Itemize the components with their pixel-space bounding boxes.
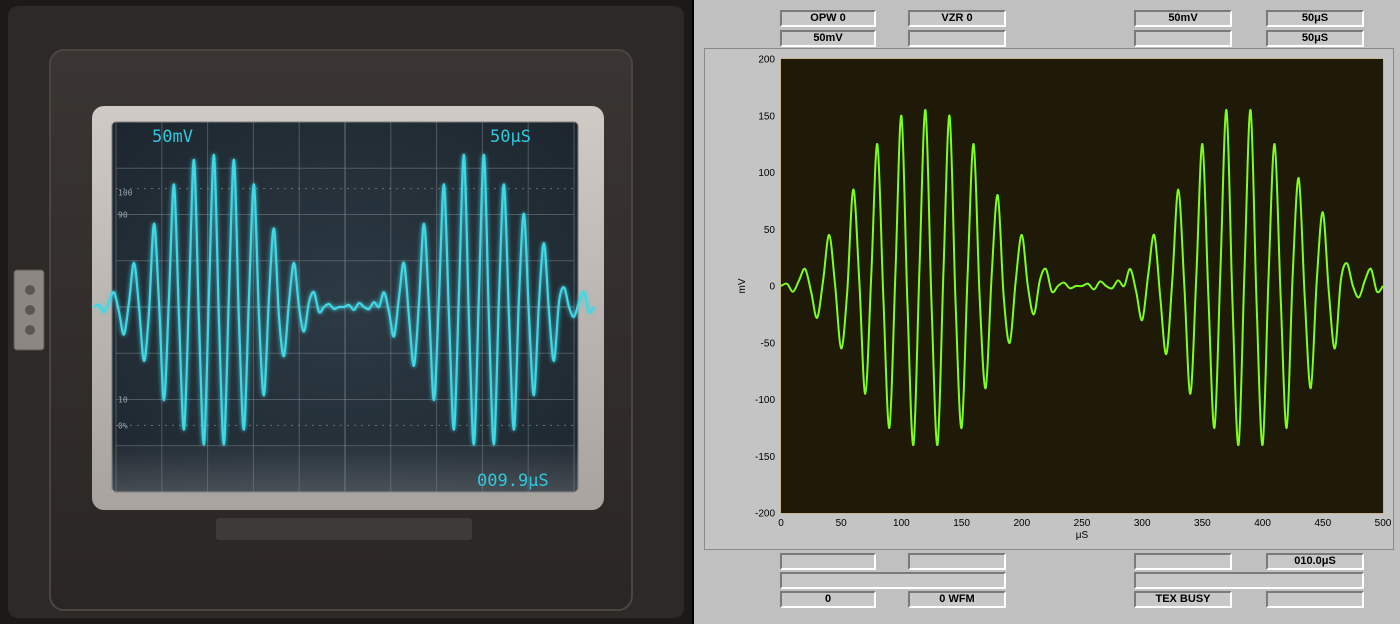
scope-time-label: 50μS (490, 127, 531, 147)
x-tick-label: 300 (1134, 518, 1151, 529)
graticule-mark: 0% (118, 421, 128, 430)
count-field[interactable]: 0 (780, 591, 876, 608)
graticule-mark: 90 (118, 211, 128, 220)
y-axis-title: mV (737, 278, 748, 293)
waveform-panel: OPW 0 50mV VZR 0 50mV 50μS 50μS 0 50 100 15… (694, 0, 1400, 624)
x-tick-label: 350 (1194, 518, 1211, 529)
y-tick-label: 50 (764, 225, 776, 236)
scope-delay-readout: 009.9μS (477, 471, 549, 491)
waveform-plot: 0 50 100 150 200 250 300 350 400 450 500 -200 -150-… (704, 48, 1394, 550)
volts-scale-field[interactable]: 50mV (1134, 10, 1232, 27)
y-tick-label: 100 (758, 168, 775, 179)
x-tick-label: 500 (1375, 518, 1392, 529)
oscilloscope-bezel: 100 90 10 0% 50mV 50μS 009.9μS (0, 0, 692, 624)
bottom-left-field-2[interactable] (780, 572, 1006, 589)
status-field[interactable]: TEX BUSY (1134, 591, 1232, 608)
vzr-field[interactable]: VZR 0 (908, 10, 1006, 27)
y-tick-label: -100 (755, 395, 775, 406)
wfm-field[interactable]: 0 WFM (908, 591, 1006, 608)
bottom-left-field-1[interactable] (780, 553, 876, 570)
x-tick-label: 0 (778, 518, 784, 529)
waveform-chart: 0 50 100 150 200 250 300 350 400 450 500 -200-150-… (737, 55, 1392, 542)
x-tick-label: 50 (836, 518, 848, 529)
x-tick-label: 250 (1074, 518, 1091, 529)
y-tick-label: -50 (761, 338, 776, 349)
top-mid-blank-field[interactable] (908, 30, 1006, 47)
x-tick-label: 150 (953, 518, 970, 529)
x-tick-label: 450 (1314, 518, 1331, 529)
delay-field[interactable]: 010.0μS (1266, 553, 1364, 570)
graticule-mark: 10 (118, 396, 128, 405)
bottom-right-field-3[interactable] (1266, 591, 1364, 608)
bottom-right-field-1[interactable] (1134, 553, 1232, 570)
x-axis-title: μS (1076, 530, 1089, 541)
y-tick-label: 200 (758, 55, 775, 66)
y-tick-labels: -200 -150 -100 -50 0 50 100 150 200 (755, 55, 775, 520)
y-tick-label: -150 (755, 452, 775, 463)
oscilloscope-photo: 100 90 10 0% 50mV 50μS 009.9μS (0, 0, 692, 624)
x-tick-label: 100 (893, 518, 910, 529)
x-tick-label: 400 (1254, 518, 1271, 529)
top-right-blank-field[interactable] (1134, 30, 1232, 47)
y-tick-label: 0 (769, 282, 775, 293)
bottom-mid-field[interactable] (908, 553, 1006, 570)
x-tick-label: 200 (1013, 518, 1030, 529)
volts-div-field[interactable]: 50mV (780, 30, 876, 47)
y-tick-label: -200 (755, 509, 775, 520)
time-div-field[interactable]: 50μS (1266, 30, 1364, 47)
x-tick-labels: 0 50 100 150 200 250 300 350 400 450 500 (778, 518, 1392, 529)
opw-field[interactable]: OPW 0 (780, 10, 876, 27)
scope-volts-label: 50mV (152, 127, 193, 147)
bottom-right-field-2[interactable] (1134, 572, 1364, 589)
time-scale-field[interactable]: 50μS (1266, 10, 1364, 27)
y-tick-label: 150 (758, 111, 775, 122)
graticule-mark: 100 (118, 188, 133, 197)
